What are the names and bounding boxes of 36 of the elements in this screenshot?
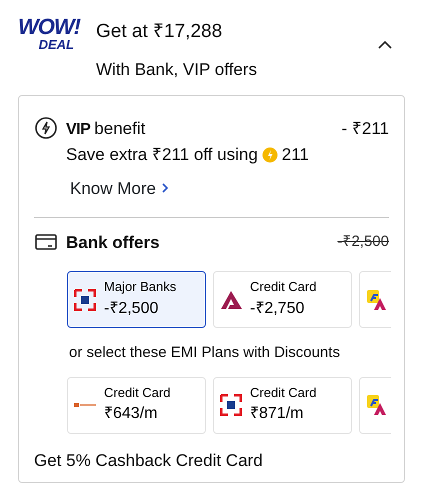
offer-card[interactable]: Major Banks -₹2,500 <box>67 271 206 328</box>
bank-logo-icon <box>220 394 242 416</box>
bank-offers-amount: -₹2,500 <box>337 232 389 252</box>
offer-label: Credit Card <box>104 384 170 400</box>
offer-label: Major Banks <box>104 279 176 295</box>
logo-text: DEAL <box>38 38 74 51</box>
know-more-link[interactable]: Know More <box>70 176 170 201</box>
offer-card[interactable]: Credit Card ₹871/m <box>213 376 352 434</box>
vip-label: VIP <box>66 120 90 140</box>
vip-title: benefit <box>94 118 146 140</box>
bank-logo-icon <box>74 288 96 310</box>
emi-caption: or select these EMI Plans with Discounts <box>69 343 341 363</box>
offer-subtitle: With Bank, VIP offers <box>96 58 258 80</box>
bank-logo-icon <box>74 403 96 407</box>
collapse-icon[interactable] <box>378 40 392 49</box>
coin-icon <box>262 146 278 163</box>
vip-amount: - ₹211 <box>342 118 389 140</box>
offer-card[interactable]: Credit Card -₹2,750 <box>213 271 352 328</box>
offer-label: Credit Card <box>250 384 316 400</box>
offer-value: ₹871/m <box>250 404 304 424</box>
vip-description: Save extra ₹211 off using <box>66 144 258 166</box>
offer-value: ₹643/m <box>104 404 158 424</box>
bank-offers-title: Bank offers <box>66 232 160 254</box>
coin-count: 211 <box>282 144 309 166</box>
logo-text: WOW! <box>18 16 80 38</box>
offer-value: -₹2,750 <box>250 298 306 319</box>
card-logo-icon <box>366 288 388 310</box>
price-title: Get at ₹17,288 <box>96 20 224 44</box>
offer-card[interactable]: Credit Card ₹643/m <box>67 376 206 434</box>
offer-label: Credit Card <box>250 279 316 295</box>
offer-value: -₹2,500 <box>104 298 160 319</box>
lightning-icon <box>34 116 58 140</box>
cashback-text: Get 5% Cashback Credit Card <box>34 450 264 472</box>
bank-logo-icon <box>220 288 242 310</box>
card-logo-icon <box>366 394 388 416</box>
chevron-right-icon <box>160 182 170 194</box>
